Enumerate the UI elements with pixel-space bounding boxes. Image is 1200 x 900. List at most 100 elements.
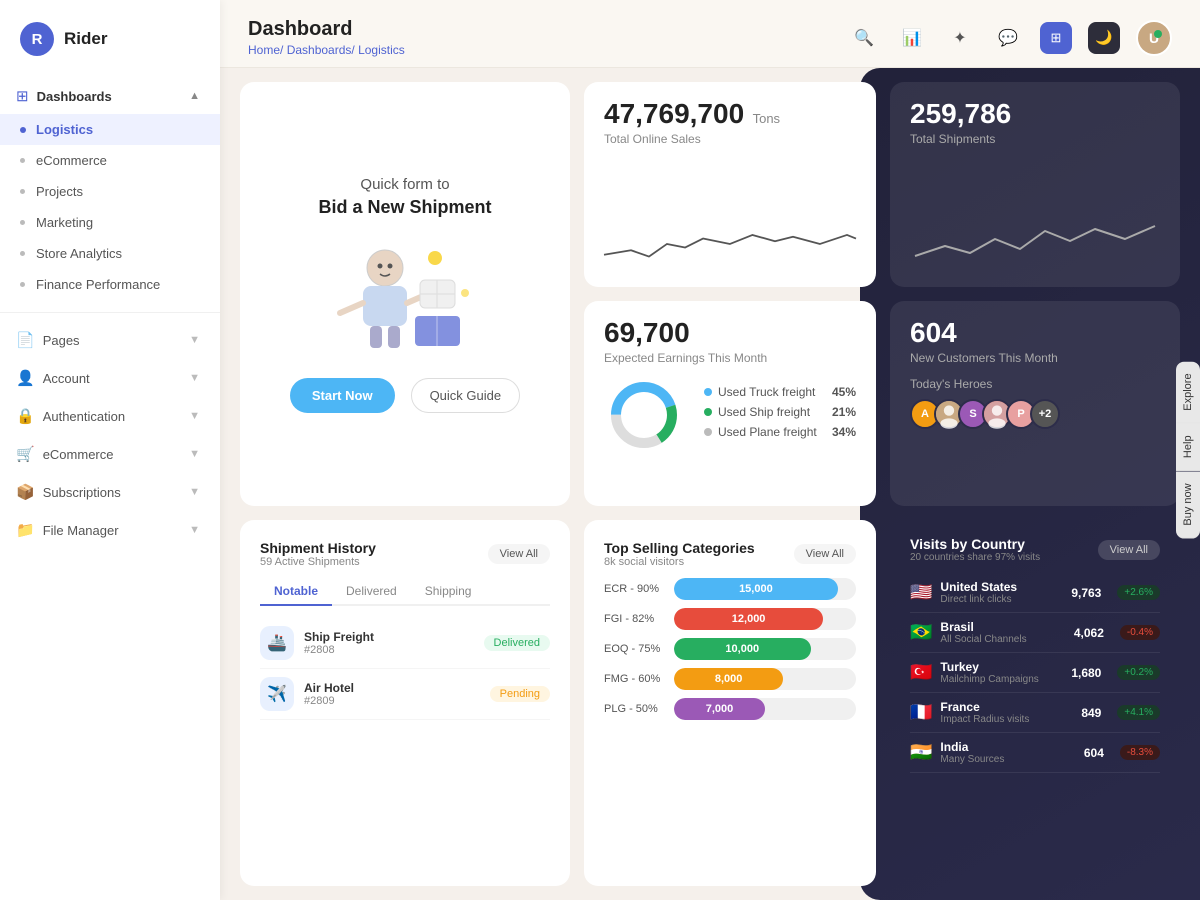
badge-us: +2.6% bbox=[1117, 585, 1160, 600]
visits-view-all-button[interactable]: View All bbox=[1098, 540, 1160, 560]
bar-row-plg: PLG - 50% 7,000 bbox=[604, 698, 856, 720]
sidebar-item-authentication[interactable]: 🔒 Authentication ▼ bbox=[0, 397, 220, 435]
shipment-tabs: Notable Delivered Shipping bbox=[260, 578, 550, 606]
tab-shipping[interactable]: Shipping bbox=[411, 578, 486, 606]
country-info-us: United States Direct link clicks bbox=[940, 580, 1017, 605]
donut-chart bbox=[604, 375, 684, 455]
header-actions: 🔍 📊 ✦ 💬 ⊞ 🌙 U bbox=[848, 20, 1172, 56]
sidebar-item-pages-label: Pages bbox=[43, 333, 80, 348]
country-row-tr: 🇹🇷 Turkey Mailchimp Campaigns 1,680 +0.2… bbox=[910, 653, 1160, 693]
total-sales-label: Total Online Sales bbox=[604, 132, 856, 146]
content-grid: Quick form to Bid a New Shipment bbox=[220, 68, 1200, 900]
sidebar-item-logistics[interactable]: Logistics bbox=[0, 114, 220, 145]
bar-inner-fmg: 8,000 bbox=[674, 668, 783, 690]
shipment-row-2: ✈️ Air Hotel #2809 Pending bbox=[260, 669, 550, 720]
bar-label-plg: PLG - 50% bbox=[604, 703, 664, 715]
dark-stats-column: 259,786 Total Shipments 604 New Customer… bbox=[890, 82, 1180, 506]
sidebar-item-auth-label: Authentication bbox=[43, 409, 125, 424]
side-tab-help[interactable]: Help bbox=[1176, 424, 1200, 472]
country-row-us: 🇺🇸 United States Direct link clicks 9,76… bbox=[910, 573, 1160, 613]
sidebar-item-account[interactable]: 👤 Account ▼ bbox=[0, 359, 220, 397]
customers-number: 604 bbox=[910, 317, 1160, 349]
bar-outer-eoq: 10,000 bbox=[674, 638, 856, 660]
breadcrumb-home[interactable]: Home/ bbox=[248, 43, 283, 57]
subscriptions-icon: 📦 bbox=[16, 483, 35, 501]
shipment-history-sub: 59 Active Shipments bbox=[260, 556, 376, 568]
ecommerce-icon: 🛒 bbox=[16, 445, 35, 463]
flag-fr: 🇫🇷 bbox=[910, 702, 932, 723]
bar-row-fmg: FMG - 60% 8,000 bbox=[604, 668, 856, 690]
truck-legend: Used Truck freight 45% bbox=[704, 385, 856, 399]
bar-row-eoq: EOQ - 75% 10,000 bbox=[604, 638, 856, 660]
tab-notable[interactable]: Notable bbox=[260, 578, 332, 606]
shipment-id-2: #2809 bbox=[304, 695, 354, 707]
ship-legend: Used Ship freight 21% bbox=[704, 405, 856, 419]
breadcrumb-dashboards[interactable]: Dashboards/ bbox=[287, 43, 355, 57]
header-left: Dashboard Home/ Dashboards/ Logistics bbox=[248, 18, 405, 57]
search-button[interactable]: 🔍 bbox=[848, 22, 880, 54]
customers-card: 604 New Customers This Month Today's Her… bbox=[890, 301, 1180, 506]
shipment-name-1: Ship Freight bbox=[304, 630, 374, 644]
bar-label-ecr: ECR - 90% bbox=[604, 583, 664, 595]
sidebar-item-filemanager-label: File Manager bbox=[43, 523, 119, 538]
heroes-section: Today's Heroes A S P +2 bbox=[910, 377, 1160, 429]
analytics-button[interactable]: 📊 bbox=[896, 22, 928, 54]
sidebar-item-marketing[interactable]: Marketing bbox=[0, 207, 220, 238]
sidebar-item-ecommerce[interactable]: eCommerce bbox=[0, 145, 220, 176]
shipment-name-2: Air Hotel bbox=[304, 681, 354, 695]
dashboards-group[interactable]: ⊞ Dashboards ▲ bbox=[0, 78, 220, 114]
grid-button[interactable]: ⊞ bbox=[1040, 22, 1072, 54]
top-selling-sub: 8k social visitors bbox=[604, 556, 755, 568]
shipment-icon-2: ✈️ bbox=[260, 677, 294, 711]
sidebar-item-pages[interactable]: 📄 Pages ▼ bbox=[0, 321, 220, 359]
messages-button[interactable]: 💬 bbox=[992, 22, 1024, 54]
sidebar-item-projects[interactable]: Projects bbox=[0, 176, 220, 207]
freight-legend: Used Truck freight 45% Used Ship freight… bbox=[704, 385, 856, 445]
tab-delivered[interactable]: Delivered bbox=[332, 578, 411, 606]
earnings-card: 69,700 Expected Earnings This Month bbox=[584, 301, 876, 506]
start-now-button[interactable]: Start Now bbox=[290, 378, 395, 413]
country-info-br: Brasil All Social Channels bbox=[940, 620, 1026, 645]
shipment-view-all-button[interactable]: View All bbox=[488, 544, 550, 564]
total-sales-card: 47,769,700 Tons Total Online Sales bbox=[584, 82, 876, 287]
sidebar-item-finance[interactable]: Finance Performance bbox=[0, 269, 220, 300]
bar-row-fgi: FGI - 82% 12,000 bbox=[604, 608, 856, 630]
quick-form-subtitle: Quick form to bbox=[360, 176, 449, 193]
quick-form-buttons: Start Now Quick Guide bbox=[290, 378, 520, 413]
avatar[interactable]: U bbox=[1136, 20, 1172, 56]
earnings-number: 69,700 bbox=[604, 317, 856, 349]
shipment-status-2: Pending bbox=[490, 686, 550, 702]
theme-toggle[interactable]: 🌙 bbox=[1088, 22, 1120, 54]
sidebar-item-subscriptions-label: Subscriptions bbox=[43, 485, 121, 500]
settings-button[interactable]: ✦ bbox=[944, 22, 976, 54]
country-info-fr: France Impact Radius visits bbox=[940, 700, 1029, 725]
sidebar-item-ecommerce2[interactable]: 🛒 eCommerce ▼ bbox=[0, 435, 220, 473]
sidebar-item-filemanager[interactable]: 📁 File Manager ▼ bbox=[0, 511, 220, 549]
total-sales-unit: Tons bbox=[753, 111, 780, 126]
top-selling-title: Top Selling Categories bbox=[604, 540, 755, 556]
bar-inner-eoq: 10,000 bbox=[674, 638, 811, 660]
subscriptions-arrow: ▼ bbox=[189, 486, 200, 498]
filemanager-icon: 📁 bbox=[16, 521, 35, 539]
quick-guide-button[interactable]: Quick Guide bbox=[411, 378, 521, 413]
sidebar-item-subscriptions[interactable]: 📦 Subscriptions ▼ bbox=[0, 473, 220, 511]
country-row-br: 🇧🇷 Brasil All Social Channels 4,062 -0.4… bbox=[910, 613, 1160, 653]
pages-arrow: ▼ bbox=[189, 334, 200, 346]
sidebar-item-ecommerce2-label: eCommerce bbox=[43, 447, 114, 462]
side-tab-explore[interactable]: Explore bbox=[1176, 361, 1200, 423]
sidebar: R Rider ⊞ Dashboards ▲ Logistics eCommer… bbox=[0, 0, 220, 900]
side-tab-buynow[interactable]: Buy now bbox=[1176, 471, 1200, 538]
plane-legend: Used Plane freight 34% bbox=[704, 425, 856, 439]
illustration bbox=[325, 238, 485, 358]
main-content: Dashboard Home/ Dashboards/ Logistics 🔍 … bbox=[220, 0, 1200, 900]
sidebar-item-store-analytics[interactable]: Store Analytics bbox=[0, 238, 220, 269]
badge-fr: +4.1% bbox=[1117, 705, 1160, 720]
sidebar-item-account-label: Account bbox=[43, 371, 90, 386]
heroes-avatars: A S P +2 bbox=[910, 399, 1160, 429]
flag-us: 🇺🇸 bbox=[910, 582, 932, 603]
top-selling-view-all-button[interactable]: View All bbox=[794, 544, 856, 564]
flag-tr: 🇹🇷 bbox=[910, 662, 932, 683]
shipments-sparkline bbox=[910, 211, 1160, 271]
quick-form-title: Bid a New Shipment bbox=[318, 197, 491, 218]
sidebar-logo: R Rider bbox=[0, 0, 220, 74]
